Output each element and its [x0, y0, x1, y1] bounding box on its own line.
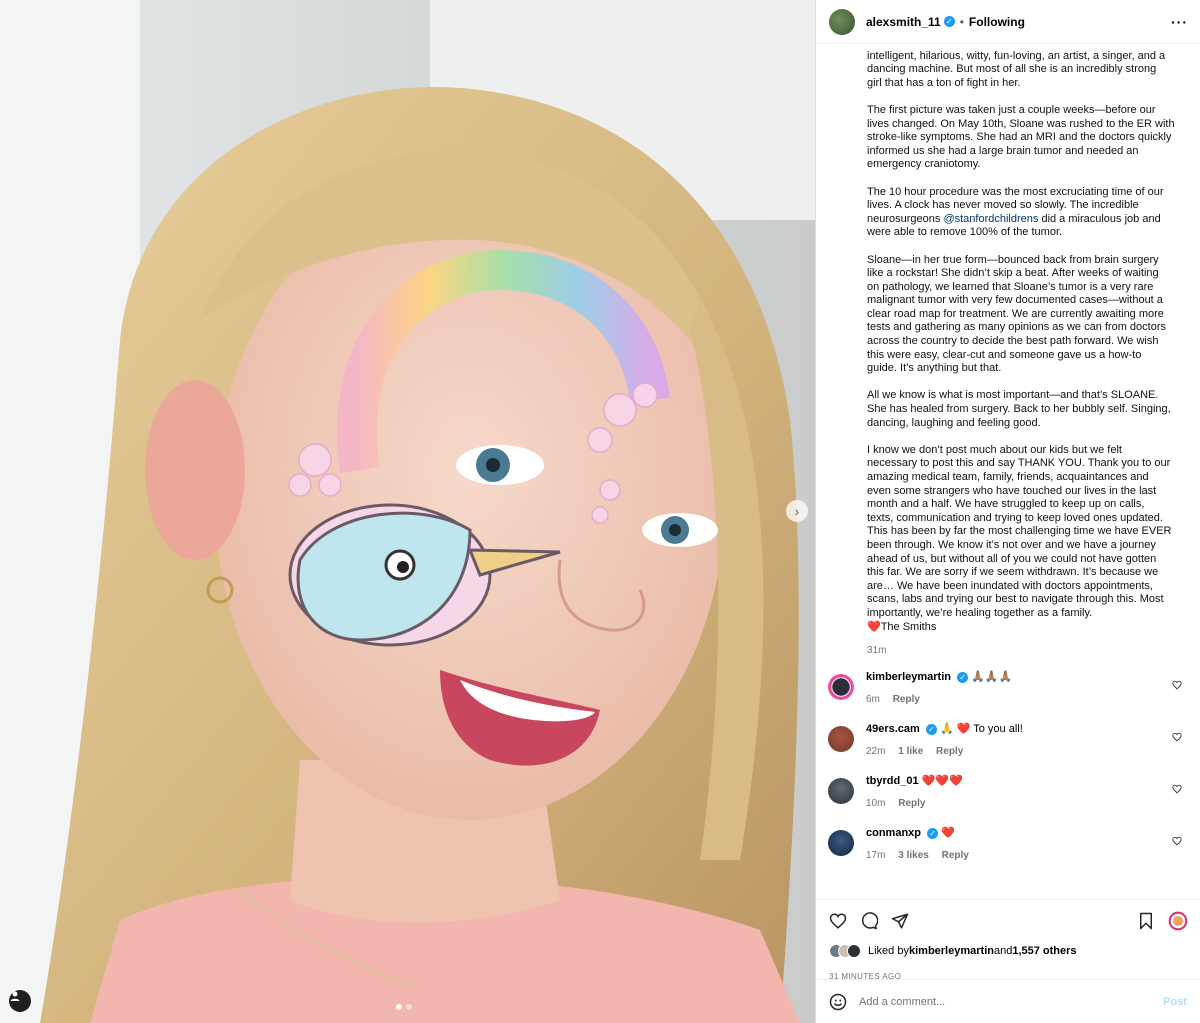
caption-paragraph: I know we don’t post much about our kids…	[867, 443, 1172, 633]
photo-illustration	[0, 0, 815, 1023]
post-comment-button[interactable]: Post	[1163, 996, 1187, 1008]
post-photo[interactable]: ›	[0, 0, 815, 1023]
next-photo-button[interactable]: ›	[786, 500, 808, 522]
caption-paragraph: The first picture was taken just a coupl…	[867, 103, 1175, 171]
following-button[interactable]: Following	[969, 15, 1025, 29]
comment-item: kimberleymartin ✓ 🙏🏽🙏🏽🙏🏽 6m Reply	[816, 670, 1200, 705]
comment-meta: 6m Reply	[866, 694, 1182, 705]
comment-item: 49ers.cam ✓ 🙏 ❤️ To you all! 22m 1 like …	[816, 722, 1200, 757]
liker-avatar[interactable]	[847, 944, 861, 958]
comment-meta: 22m 1 like Reply	[866, 746, 1182, 757]
comment-meta: 17m 3 likes Reply	[866, 850, 1182, 861]
comment-text-line: 49ers.cam ✓ 🙏 ❤️ To you all!	[866, 722, 1182, 736]
add-comment-bar: Post	[816, 979, 1200, 1023]
comment-time: 6m	[866, 694, 880, 706]
comment-avatar[interactable]	[828, 726, 854, 753]
comment-bubble-icon[interactable]	[860, 912, 878, 930]
comment-avatar[interactable]	[828, 830, 854, 857]
like-comment-heart-icon[interactable]	[1172, 732, 1182, 742]
comment-like-count[interactable]: 1 like	[898, 746, 923, 757]
reply-button[interactable]: Reply	[942, 850, 969, 861]
user-icon	[10, 991, 20, 1001]
author-avatar[interactable]	[829, 8, 855, 35]
comment-avatar[interactable]	[828, 674, 854, 701]
likes-count-link[interactable]: 1,557 others	[1012, 945, 1076, 957]
like-heart-icon[interactable]	[829, 912, 847, 930]
comment-text: ❤️❤️❤️	[921, 775, 963, 788]
comments-scroll-area[interactable]: intelligent, hilarious, witty, fun-lovin…	[816, 44, 1200, 899]
comment-text: 🙏 ❤️ To you all!	[939, 723, 1023, 736]
story-ring-icon[interactable]	[1168, 911, 1188, 931]
caption-paragraph: All we know is what is most important—an…	[867, 389, 1171, 429]
post-header: alexsmith_11 ✓ • Following ···	[816, 0, 1200, 44]
comment-username[interactable]: 49ers.cam	[866, 723, 920, 735]
caption-timestamp: 31m	[867, 645, 887, 657]
comment-text: 🙏🏽🙏🏽🙏🏽	[971, 671, 1013, 684]
verified-badge-icon: ✓	[925, 724, 937, 736]
post-modal: › alexsmith_11 ✓ • Following ··· intelli…	[0, 0, 1200, 1023]
share-paper-plane-icon[interactable]	[891, 912, 909, 930]
likes-summary: Liked by kimberleymartin and 1,557 other…	[829, 944, 1077, 958]
author-username[interactable]: alexsmith_11	[866, 15, 941, 29]
comment-time: 22m	[866, 746, 886, 758]
carousel-dot-active	[396, 1004, 402, 1010]
reply-button[interactable]: Reply	[936, 746, 963, 757]
like-comment-heart-icon[interactable]	[1172, 784, 1182, 794]
comment-meta: 10m Reply	[866, 798, 1182, 809]
emoji-smiley-icon[interactable]	[829, 993, 847, 1011]
comment-like-count[interactable]: 3 likes	[898, 850, 929, 861]
like-comment-heart-icon[interactable]	[1172, 680, 1182, 690]
comment-time: 10m	[866, 798, 886, 810]
comment-text-line: tbyrdd_01 ❤️❤️❤️	[866, 774, 1182, 787]
tagged-users-button[interactable]	[9, 990, 31, 1012]
liked-by-and: and	[993, 945, 1013, 957]
action-icons-right	[1137, 911, 1188, 931]
verified-badge-icon: ✓	[927, 828, 939, 840]
like-comment-heart-icon[interactable]	[1172, 836, 1182, 846]
comment-username[interactable]: conmanxp	[866, 827, 921, 839]
comment-text-line: conmanxp ✓ ❤️	[866, 826, 1182, 840]
comment-avatar[interactable]	[828, 778, 854, 805]
mention-link[interactable]: @stanfordchildrens	[943, 213, 1038, 225]
chevron-right-icon: ›	[794, 503, 800, 519]
comment-username[interactable]: tbyrdd_01	[866, 775, 919, 787]
caption-paragraph: intelligent, hilarious, witty, fun-lovin…	[867, 49, 1166, 89]
verified-badge-icon: ✓	[943, 16, 955, 27]
verified-badge-icon: ✓	[957, 672, 969, 684]
post-side-panel: alexsmith_11 ✓ • Following ··· intellige…	[815, 0, 1200, 1023]
comment-text-line: kimberleymartin ✓ 🙏🏽🙏🏽🙏🏽	[866, 670, 1182, 684]
bookmark-icon[interactable]	[1137, 912, 1155, 930]
action-icons-row	[829, 908, 1188, 934]
header-separator: •	[959, 14, 964, 29]
comment-time: 17m	[866, 850, 886, 862]
more-options-icon[interactable]: ···	[1171, 14, 1188, 30]
carousel-dot	[406, 1004, 412, 1010]
caption-paragraph: Sloane—in her true form—bounced back fro…	[867, 253, 1166, 375]
comment-text: ❤️	[941, 827, 955, 840]
comment-item: conmanxp ✓ ❤️ 17m 3 likes Reply	[816, 826, 1200, 861]
carousel-dots	[396, 1004, 412, 1010]
comment-username[interactable]: kimberleymartin	[866, 671, 951, 683]
reply-button[interactable]: Reply	[898, 798, 925, 809]
comment-item: tbyrdd_01 ❤️❤️❤️ 10m Reply	[816, 774, 1200, 809]
liked-by-prefix: Liked by	[868, 945, 909, 957]
comment-input[interactable]	[859, 995, 1164, 1008]
liked-by-user-link[interactable]: kimberleymartin	[909, 945, 994, 957]
post-caption: intelligent, hilarious, witty, fun-lovin…	[816, 44, 1200, 634]
liker-avatars	[829, 944, 861, 958]
post-actions: Liked by kimberleymartin and 1,557 other…	[816, 899, 1200, 1023]
reply-button[interactable]: Reply	[893, 694, 920, 705]
